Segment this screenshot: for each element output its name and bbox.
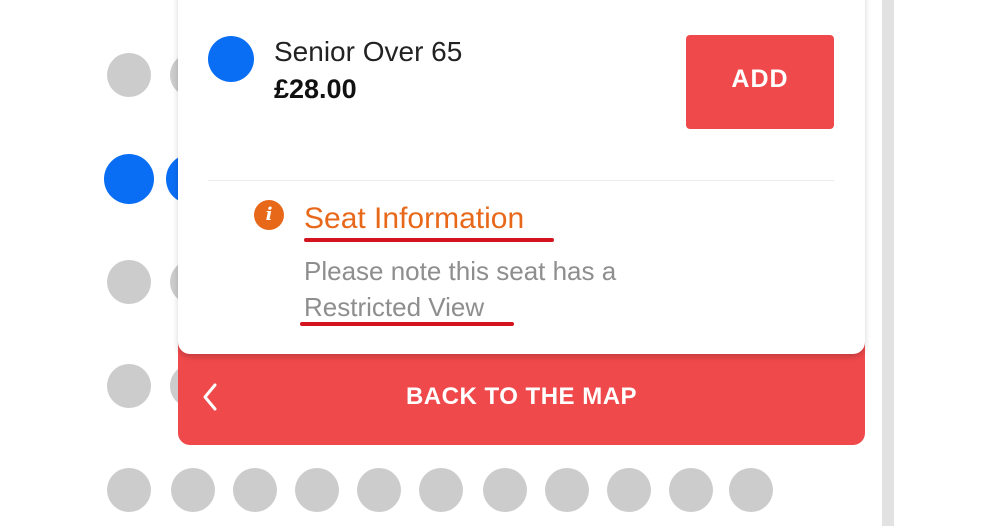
seat[interactable] (171, 468, 215, 512)
info-icon: i (254, 200, 284, 230)
seat[interactable] (483, 468, 527, 512)
seat-selected[interactable] (104, 154, 154, 204)
add-button[interactable]: ADD (686, 35, 834, 129)
seat-information-underline (304, 238, 554, 242)
divider (208, 180, 834, 181)
seat[interactable] (419, 468, 463, 512)
seat[interactable] (669, 468, 713, 512)
restricted-view-underline (300, 322, 514, 326)
seat[interactable] (233, 468, 277, 512)
seat-information-title: Seat Information (304, 202, 525, 235)
ticket-card: Senior Over 65 £28.00 ADD i Seat Informa… (178, 0, 865, 354)
seat-information-note: Please note this seat has a (304, 256, 617, 286)
back-to-map-label: BACK TO THE MAP (405, 383, 638, 410)
seat[interactable] (607, 468, 651, 512)
restricted-view-text: Restricted View (304, 292, 485, 322)
seat[interactable] (107, 53, 151, 97)
ticket-type-label: Senior Over 65 (274, 36, 463, 67)
ticket-type-dot (208, 36, 254, 82)
seat[interactable] (107, 260, 151, 304)
seat[interactable] (545, 468, 589, 512)
ticket-price: £28.00 (274, 74, 357, 104)
scrollbar[interactable] (882, 0, 894, 526)
seat[interactable] (729, 468, 773, 512)
seat[interactable] (295, 468, 339, 512)
seat[interactable] (107, 364, 151, 408)
seat[interactable] (107, 468, 151, 512)
seat[interactable] (357, 468, 401, 512)
